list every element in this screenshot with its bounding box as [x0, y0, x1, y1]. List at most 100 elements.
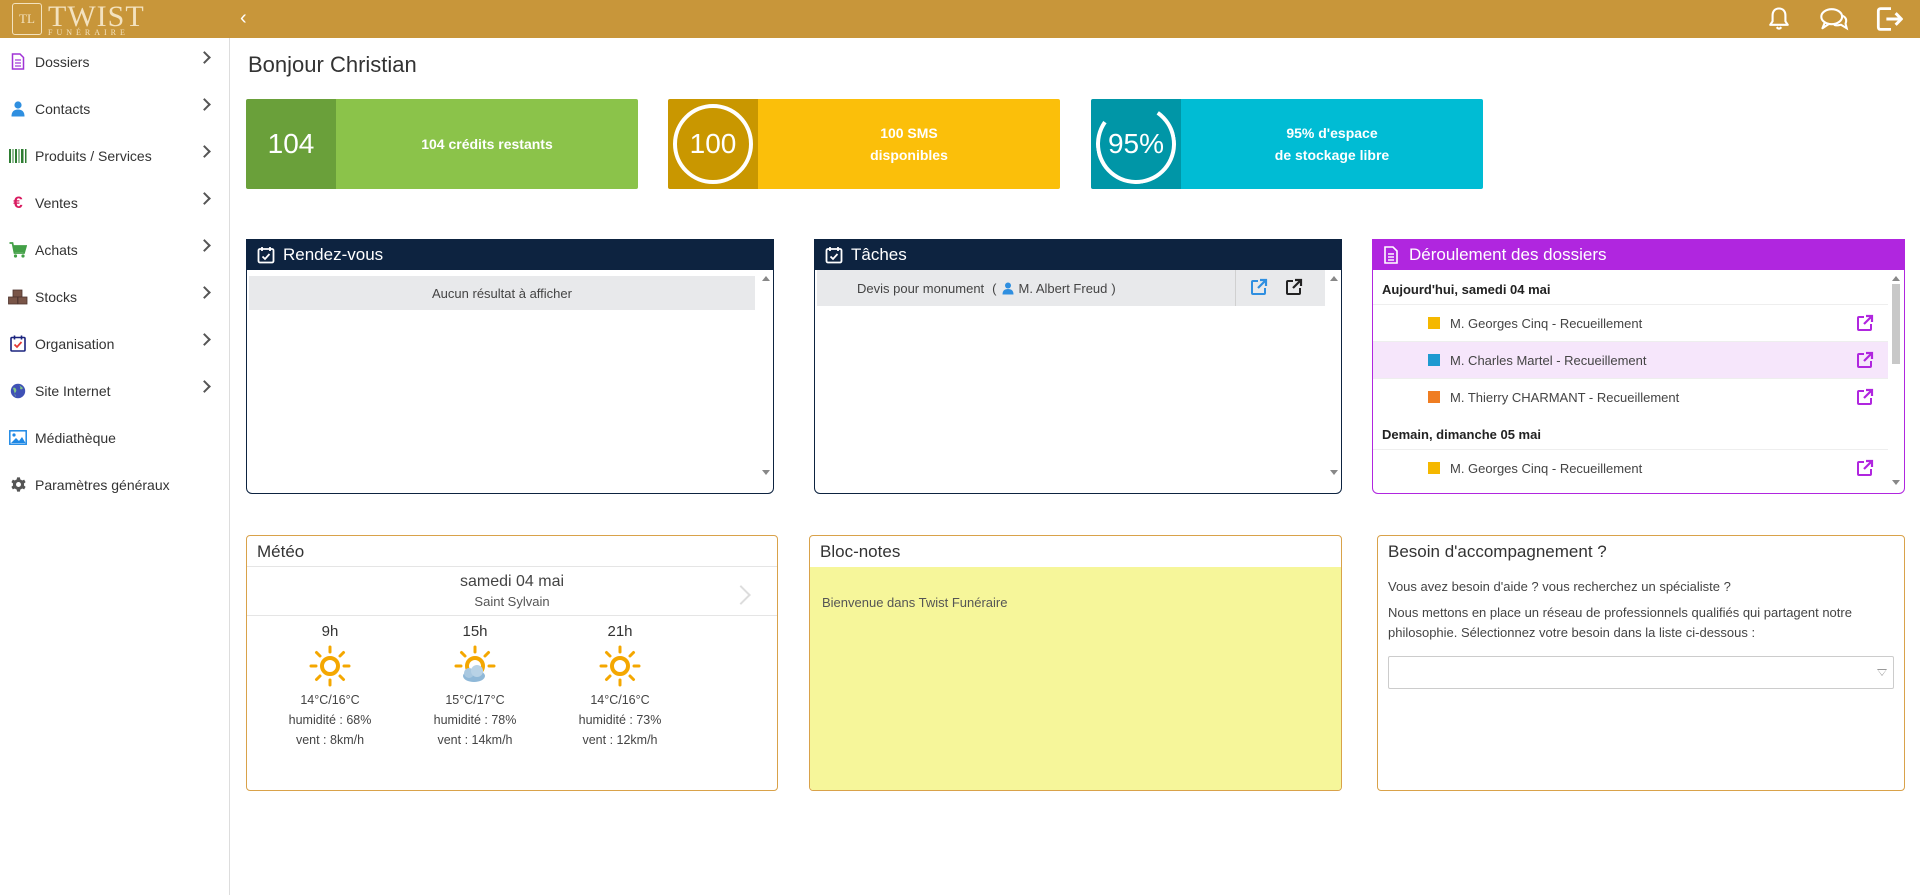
storage-label-line2: de stockage libre: [1274, 147, 1390, 163]
scroll-up-icon[interactable]: [762, 276, 770, 281]
chevron-right-icon: [198, 98, 211, 111]
document-icon: [1383, 246, 1401, 264]
list-item[interactable]: M. Georges Cinq - Recueillement: [1373, 449, 1888, 486]
scrollbar-thumb[interactable]: [1892, 284, 1900, 364]
storage-label-line1: 95% d'espace: [1286, 125, 1378, 141]
chevron-right-icon: [198, 239, 211, 252]
scroll-down-icon[interactable]: [1892, 480, 1900, 485]
list-item-label: M. Georges Cinq - Recueillement: [1450, 460, 1643, 476]
forecast-wind: vent : 8km/h: [295, 733, 365, 747]
chat-icon[interactable]: [1819, 5, 1849, 33]
sidebar-item-label: Paramètres généraux: [35, 476, 170, 493]
forecast-hour: 21h: [607, 623, 633, 640]
rendez-vous-panel: Rendez-vous Aucun résultat à afficher: [246, 239, 774, 494]
task-row[interactable]: Devis pour monument ( M. Albert Freud ): [817, 270, 1325, 306]
euro-icon: €: [13, 192, 23, 212]
list-item-label: M. Georges Cinq - Recueillement: [1450, 315, 1643, 331]
blocnotes-content: Bienvenue dans Twist Funéraire: [822, 595, 1008, 610]
list-item[interactable]: M. Thierry CHARMANT - Recueillement: [1373, 378, 1888, 415]
sidebar-collapse-button[interactable]: ‹: [240, 7, 247, 30]
sidebar-item-label: Produits / Services: [35, 147, 152, 164]
day-header: Demain, dimanche 05 mai: [1382, 427, 1541, 442]
sun-icon: [560, 644, 680, 688]
logout-icon[interactable]: [1876, 5, 1906, 33]
open-external-icon[interactable]: [1250, 278, 1270, 298]
globe-icon: [8, 381, 28, 401]
forecast-temp: 15°C/17°C: [445, 693, 505, 707]
task-person[interactable]: M. Albert Freud: [1019, 281, 1108, 296]
sidebar-item-dossiers[interactable]: Dossiers: [0, 38, 229, 85]
sidebar-item-label: Organisation: [35, 335, 115, 352]
sms-label-line2: disponibles: [870, 147, 948, 163]
accompagnement-question: Vous avez besoin d'aide ? vous recherche…: [1388, 579, 1731, 594]
sidebar-item-label: Médiathèque: [35, 429, 116, 446]
status-color-square: [1428, 354, 1440, 366]
calendar-check-icon: [257, 246, 275, 264]
deroulement-list: Aujourd'hui, samedi 04 mai M. Georges Ci…: [1373, 270, 1904, 486]
page-title: Bonjour Christian: [248, 52, 417, 77]
gear-icon: [8, 475, 28, 495]
edit-external-icon[interactable]: [1285, 278, 1305, 298]
sidebar-item-parametres-generaux[interactable]: Paramètres généraux: [0, 461, 229, 508]
sidebar-item-stocks[interactable]: Stocks: [0, 273, 229, 320]
chevron-right-icon: [198, 380, 211, 393]
meteo-card: Météo samedi 04 mai Saint Sylvain 9h 14°…: [246, 535, 778, 791]
status-color-square: [1428, 391, 1440, 403]
deroulement-title: Déroulement des dossiers: [1409, 245, 1607, 264]
forecast-column: 9h 14°C/16°C humidité : 68% vent : 8km/h: [270, 622, 390, 750]
list-item[interactable]: M. Charles Martel - Recueillement: [1373, 341, 1888, 378]
sidebar-item-label: Stocks: [35, 288, 78, 305]
scroll-up-icon[interactable]: [1892, 276, 1900, 281]
rendez-vous-scrollbar[interactable]: [761, 276, 771, 481]
sun-icon: [270, 644, 390, 688]
day-header: Aujourd'hui, samedi 04 mai: [1382, 282, 1551, 297]
cart-icon: [8, 240, 28, 260]
logo-mark: TL: [12, 3, 42, 35]
scroll-up-icon[interactable]: [1330, 276, 1338, 281]
besoin-select[interactable]: [1388, 656, 1894, 689]
taches-panel: Tâches Devis pour monument ( M. Albert F…: [814, 239, 1342, 494]
open-external-icon[interactable]: [1856, 388, 1876, 408]
logo[interactable]: TL TWIST FUNÉRAIRE: [12, 1, 145, 36]
sidebar-item-label: Contacts: [35, 100, 91, 117]
sidebar-item-organisation[interactable]: Organisation: [0, 320, 229, 367]
chevron-right-icon: [198, 333, 211, 346]
sidebar-item-mediatheque[interactable]: Médiathèque: [0, 414, 229, 461]
user-icon: [1002, 282, 1014, 295]
sidebar-item-produits-services[interactable]: Produits / Services: [0, 132, 229, 179]
sms-label-line1: 100 SMS: [880, 125, 938, 141]
sms-value: 100: [689, 128, 737, 159]
taches-scrollbar[interactable]: [1329, 276, 1339, 481]
forecast-column: 21h 14°C/16°C humidité : 73% vent : 12km…: [560, 622, 680, 750]
sidebar: Dossiers Contacts Produits / Services € …: [0, 38, 230, 895]
bell-icon[interactable]: [1765, 5, 1795, 33]
sidebar-item-ventes[interactable]: € Ventes: [0, 179, 229, 226]
taches-title: Tâches: [851, 245, 907, 264]
chevron-right-icon: [198, 192, 211, 205]
status-color-square: [1428, 462, 1440, 474]
open-external-icon[interactable]: [1856, 459, 1876, 479]
document-icon: [8, 52, 28, 72]
rendez-vous-empty-message: Aucun résultat à afficher: [249, 276, 755, 310]
rendez-vous-title: Rendez-vous: [283, 245, 384, 264]
open-external-icon[interactable]: [1856, 314, 1876, 334]
credits-tile: 104 104 crédits restants: [246, 99, 638, 189]
scroll-down-icon[interactable]: [1330, 470, 1338, 475]
sidebar-item-contacts[interactable]: Contacts: [0, 85, 229, 132]
forecast-temp: 14°C/16°C: [590, 693, 650, 707]
sidebar-item-label: Ventes: [35, 194, 78, 211]
sidebar-item-achats[interactable]: Achats: [0, 226, 229, 273]
scroll-down-icon[interactable]: [762, 470, 770, 475]
open-external-icon[interactable]: [1856, 351, 1876, 371]
blocnotes-textarea[interactable]: Bienvenue dans Twist Funéraire: [810, 567, 1341, 790]
list-item-label: M. Thierry CHARMANT - Recueillement: [1450, 389, 1680, 405]
forecast-hour: 15h: [462, 623, 488, 640]
sidebar-item-site-internet[interactable]: Site Internet: [0, 367, 229, 414]
deroulement-scrollbar[interactable]: [1891, 276, 1901, 488]
chevron-right-icon: [198, 286, 211, 299]
list-item-label: M. Charles Martel - Recueillement: [1450, 352, 1647, 368]
list-item[interactable]: M. Georges Cinq - Recueillement: [1373, 304, 1888, 341]
forecast-temp: 14°C/16°C: [300, 693, 360, 707]
status-color-square: [1428, 317, 1440, 329]
sidebar-item-label: Site Internet: [35, 382, 111, 399]
